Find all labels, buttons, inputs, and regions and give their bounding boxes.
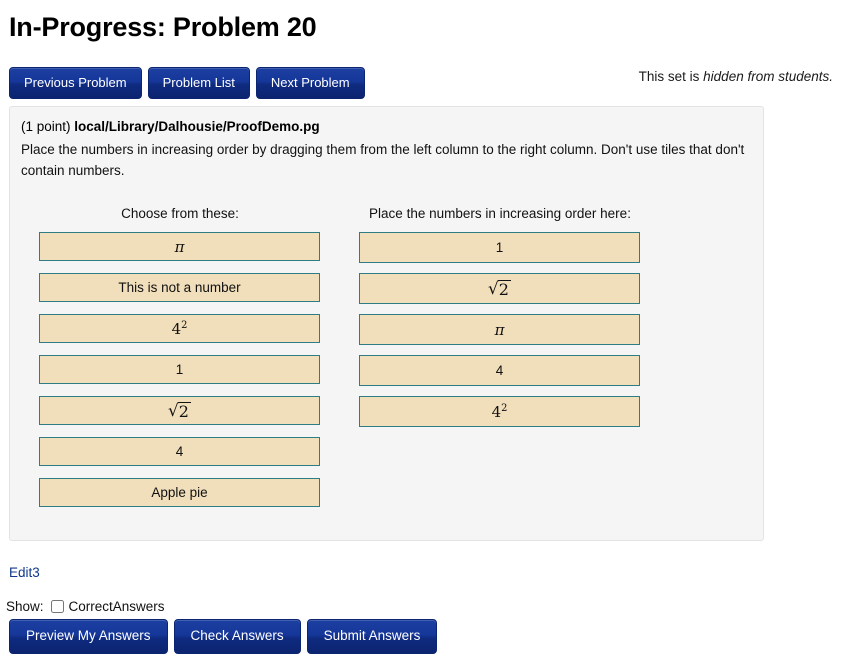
target-tile[interactable]: 42 (359, 396, 640, 427)
set-visibility-notice-emphasis: hidden from students. (703, 69, 833, 84)
next-problem-button[interactable]: Next Problem (255, 67, 365, 99)
power-expression: 42 (491, 402, 508, 421)
source-tile-list[interactable]: π This is not a number 42 1 √ 2 4 Apple pie (39, 232, 321, 507)
answer-actions-bar: Preview My Answers Check Answers Submit … (9, 619, 438, 654)
show-options-row: Show: CorrectAnswers (6, 599, 165, 614)
square-root-expression: √ 2 (168, 399, 191, 421)
preview-my-answers-button[interactable]: Preview My Answers (9, 619, 168, 654)
show-label: Show: (6, 599, 44, 614)
submit-answers-button[interactable]: Submit Answers (306, 619, 438, 654)
target-tile[interactable]: π (359, 314, 640, 345)
pi-glyph: π (174, 237, 185, 256)
problem-instructions: Place the numbers in increasing order by… (21, 142, 745, 178)
source-tile[interactable]: This is not a number (39, 273, 320, 302)
problem-source-path: local/Library/Dalhousie/ProofDemo.pg (74, 119, 320, 134)
target-tile[interactable]: √ 2 (359, 273, 640, 304)
show-correct-answers-label[interactable]: CorrectAnswers (69, 599, 165, 614)
pi-glyph: π (494, 320, 505, 339)
problem-list-button[interactable]: Problem List (147, 67, 250, 99)
set-visibility-notice-prefix: This set is (638, 69, 704, 84)
target-column-header: Place the numbers in increasing order he… (369, 206, 631, 221)
source-tile[interactable]: √ 2 (39, 396, 320, 425)
target-tile[interactable]: 4 (359, 355, 640, 386)
power-expression: 42 (171, 319, 188, 338)
source-tile[interactable]: Apple pie (39, 478, 320, 507)
source-column-header: Choose from these: (121, 206, 239, 221)
source-tile[interactable]: 42 (39, 314, 320, 343)
target-tile-list[interactable]: 1 √ 2 π 4 42 (359, 232, 641, 427)
show-correct-answers-checkbox[interactable] (50, 600, 64, 613)
problem-navigation-bar: Previous Problem Problem List Next Probl… (9, 67, 365, 99)
source-tile[interactable]: 1 (39, 355, 320, 384)
problem-meta: (1 point) local/Library/Dalhousie/ProofD… (21, 119, 320, 134)
target-column: Place the numbers in increasing order he… (359, 206, 641, 437)
page-title: In-Progress: Problem 20 (9, 12, 317, 42)
set-visibility-notice: This set is hidden from students. (639, 69, 833, 84)
problem-points: (1 point) (21, 119, 71, 134)
source-column: Choose from these: π This is not a number… (39, 206, 321, 519)
target-tile[interactable]: 1 (359, 232, 640, 263)
problem-panel: (1 point) local/Library/Dalhousie/ProofD… (9, 106, 764, 541)
square-root-expression: √ 2 (488, 277, 511, 299)
edit-problem-link[interactable]: Edit3 (9, 565, 40, 580)
previous-problem-button[interactable]: Previous Problem (9, 67, 142, 99)
source-tile[interactable]: 4 (39, 437, 320, 466)
source-tile[interactable]: π (39, 232, 320, 261)
check-answers-button[interactable]: Check Answers (173, 619, 301, 654)
